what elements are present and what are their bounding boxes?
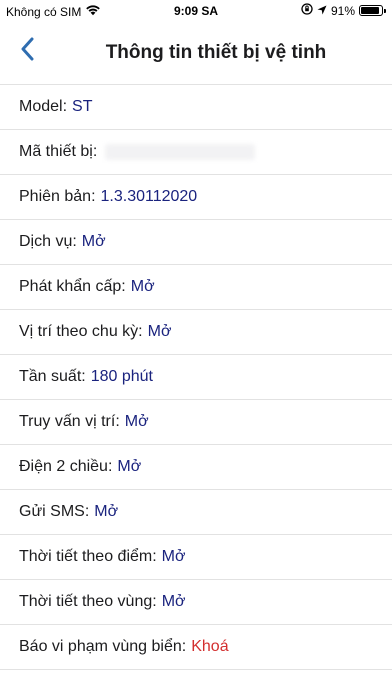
row-value: ST [72, 98, 93, 115]
status-bar: Không có SIM 9:09 SA 91% [0, 0, 392, 22]
row-value: Mở [117, 458, 142, 475]
orientation-lock-icon [301, 3, 313, 18]
battery-percent: 91% [330, 3, 355, 18]
row-label: Điện 2 chiều: [19, 458, 113, 475]
list-item: Gửi SMS: Mở [0, 490, 392, 535]
chevron-left-icon [20, 37, 34, 66]
page-title: Thông tin thiết bị vệ tinh [105, 42, 327, 63]
row-value: Mở [124, 413, 149, 430]
list-item: Dịch vụ: Mở [0, 220, 392, 265]
status-right: 91% [301, 3, 386, 18]
battery-icon [359, 5, 383, 16]
list-item: Thời tiết theo vùng: Mở [0, 580, 392, 625]
list-item: Điện 2 chiều: Mở [0, 445, 392, 490]
location-arrow-icon [317, 4, 327, 18]
row-value: Mở [94, 503, 119, 520]
battery-fill [361, 7, 379, 14]
list-item: Phiên bản: 1.3.30112020 [0, 175, 392, 220]
row-value: Mở [81, 233, 106, 250]
list-item: Báo vi phạm vùng biển: Khoá [0, 625, 392, 670]
row-label: Tần suất: [19, 368, 86, 385]
row-label: Phát khẩn cấp: [19, 278, 126, 295]
list-item: Phát khẩn cấp: Mở [0, 265, 392, 310]
row-value: Mở [147, 323, 172, 340]
row-label: Gửi SMS: [19, 503, 90, 520]
list-item: Truy vấn vị trí: Mở [0, 400, 392, 445]
row-label: Mã thiết bị: [19, 143, 98, 160]
list-item: Thời tiết theo điểm: Mở [0, 535, 392, 580]
row-label: Model: [19, 98, 68, 115]
row-value: 180 phút [90, 368, 153, 385]
row-label: Vị trí theo chu kỳ: [19, 323, 143, 340]
row-value: Khoá [191, 638, 229, 655]
row-value: Mở [130, 278, 155, 295]
row-value: Mở [161, 593, 186, 610]
row-value: Mở [161, 548, 186, 565]
row-value: 1.3.30112020 [100, 188, 198, 205]
row-label: Thời tiết theo điểm: [19, 548, 157, 565]
hidden-device-id [105, 144, 256, 160]
row-label: Thời tiết theo vùng: [19, 593, 157, 610]
list-item: Tần suất: 180 phút [0, 355, 392, 400]
row-label: Truy vấn vị trí: [19, 413, 120, 430]
row-label: Dịch vụ: [19, 233, 77, 250]
back-button[interactable] [10, 34, 44, 68]
navigation-bar: Thông tin thiết bị vệ tinh [0, 22, 392, 84]
row-label: Phiên bản: [19, 188, 96, 205]
battery-cap [384, 8, 386, 13]
row-label: Báo vi phạm vùng biển: [19, 638, 187, 655]
list-item: Model: ST [0, 85, 392, 130]
device-info-list: Model: ST Mã thiết bị: Phiên bản: 1.3.301120… [0, 84, 392, 670]
list-item: Vị trí theo chu kỳ: Mở [0, 310, 392, 355]
list-item: Mã thiết bị: [0, 130, 392, 175]
